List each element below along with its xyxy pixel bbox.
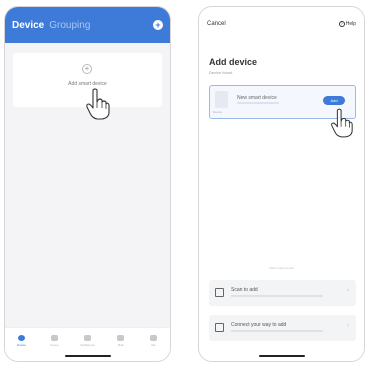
add-device-button[interactable]: Add bbox=[323, 96, 345, 105]
add-device-body: Add device Device found Device New smart… bbox=[199, 41, 364, 361]
option-description-line bbox=[231, 295, 323, 297]
nav-item-scene[interactable]: Scene bbox=[41, 335, 69, 361]
list-icon bbox=[215, 323, 224, 332]
option-scan-to-add[interactable]: Scan to add › bbox=[209, 280, 356, 306]
tab-device[interactable]: Device bbox=[12, 20, 44, 31]
intelligence-icon bbox=[84, 335, 91, 341]
device-name: New smart device bbox=[237, 95, 277, 101]
other-ways-note: Other ways to add bbox=[269, 266, 294, 270]
section-subtitle: Device found bbox=[209, 70, 233, 75]
option-description-line bbox=[231, 330, 323, 332]
option-title: Scan to add bbox=[231, 287, 258, 293]
plus-icon: + bbox=[82, 64, 92, 74]
cancel-button[interactable]: Cancel bbox=[207, 21, 226, 27]
add-icon[interactable]: + bbox=[153, 20, 163, 30]
mall-icon bbox=[117, 335, 124, 341]
nav-label: Device bbox=[16, 343, 27, 347]
help-label: Help bbox=[345, 21, 356, 27]
option-title: Connect your way to add bbox=[231, 322, 287, 328]
chevron-right-icon: › bbox=[347, 288, 349, 294]
pointing-hand-icon bbox=[85, 87, 111, 121]
user-icon bbox=[150, 335, 157, 341]
page-title: Add device bbox=[209, 57, 258, 67]
top-bar: Cancel ? Help bbox=[199, 7, 364, 41]
nav-item-intelligence[interactable]: Intelligence bbox=[74, 335, 102, 361]
nav-label: Intelligence bbox=[79, 343, 96, 347]
phone-device-list: Device Grouping + + Add smart device Dev… bbox=[4, 6, 171, 362]
nav-item-mall[interactable]: Mall bbox=[107, 335, 135, 361]
device-thumbnail bbox=[215, 91, 228, 108]
help-icon: ? bbox=[338, 21, 345, 27]
nav-item-me[interactable]: Me bbox=[140, 335, 168, 361]
help-button[interactable]: ? Help bbox=[338, 21, 356, 27]
stage: Device Grouping + + Add smart device Dev… bbox=[0, 0, 369, 369]
scene-icon bbox=[51, 335, 58, 341]
chevron-right-icon: › bbox=[347, 323, 349, 329]
home-indicator bbox=[258, 355, 305, 357]
nav-item-device[interactable]: Device bbox=[8, 335, 36, 361]
nav-label: Mall bbox=[117, 343, 124, 347]
tab-grouping[interactable]: Grouping bbox=[49, 20, 90, 31]
nav-label: Scene bbox=[50, 343, 59, 347]
app-header: Device Grouping + bbox=[5, 7, 170, 43]
device-meta-line bbox=[237, 102, 279, 104]
device-thumbnail-label: Device bbox=[213, 110, 223, 114]
scan-icon bbox=[215, 288, 224, 297]
home-indicator bbox=[64, 355, 111, 357]
home-icon bbox=[18, 335, 25, 341]
phone-add-device: Cancel ? Help Add device Device found De… bbox=[198, 6, 365, 362]
option-connect-to-add[interactable]: Connect your way to add › bbox=[209, 315, 356, 341]
pointing-hand-icon bbox=[330, 107, 354, 139]
nav-label: Me bbox=[151, 343, 156, 347]
